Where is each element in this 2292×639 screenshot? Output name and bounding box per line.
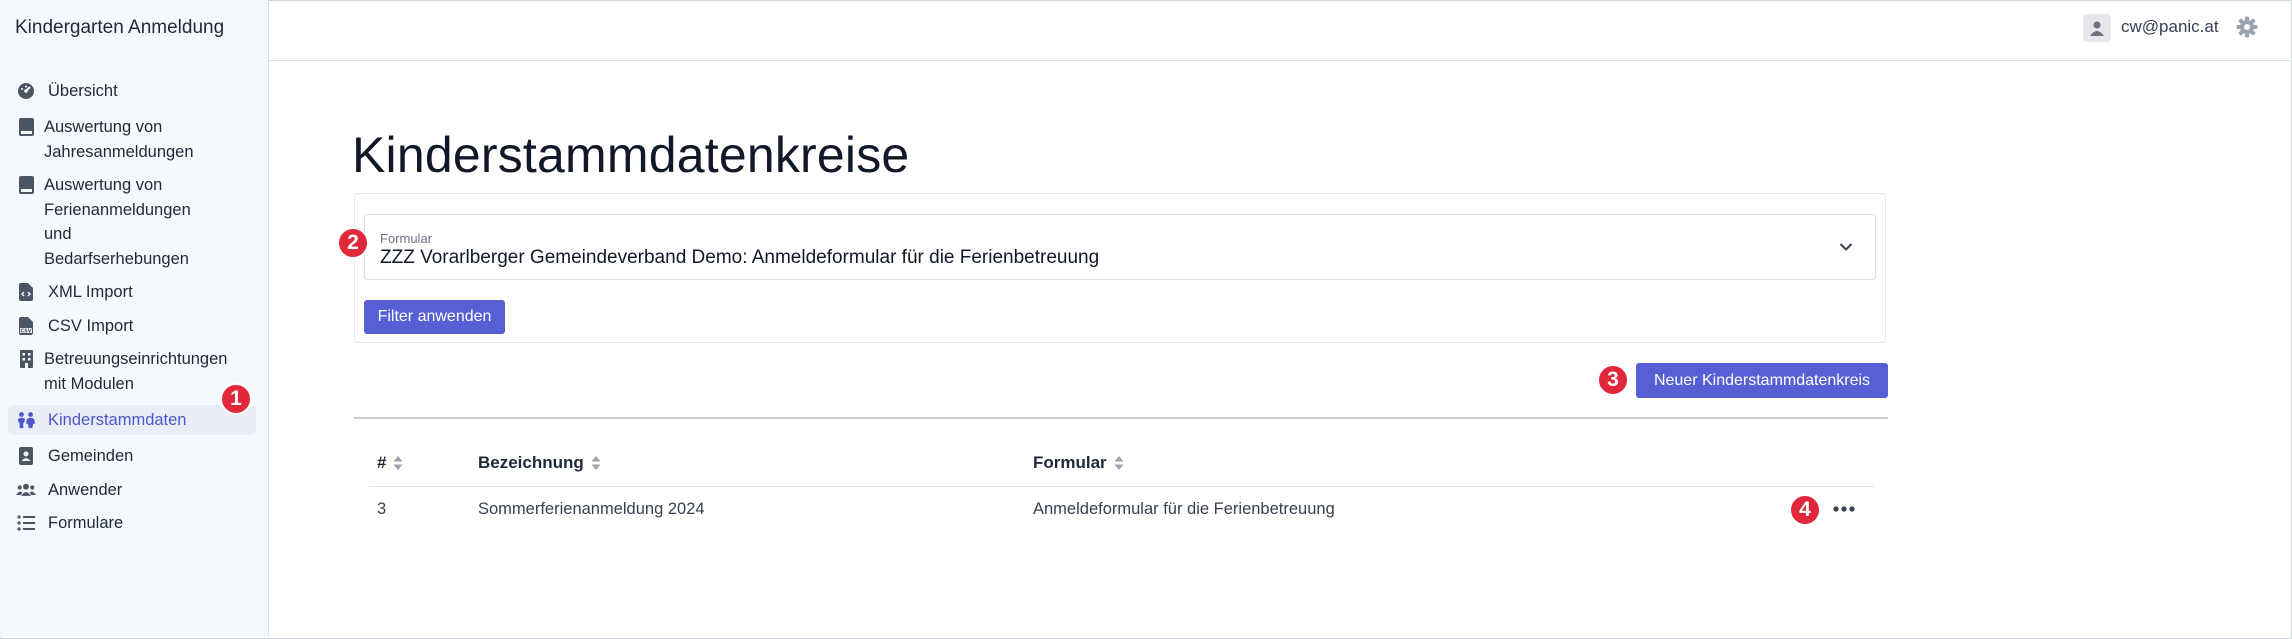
sidebar-item-anwender[interactable]: Anwender [8, 478, 256, 503]
cell-bezeichnung: Sommerferienanmeldung 2024 [478, 500, 705, 518]
section-divider [354, 417, 1888, 419]
sidebar-item-label: CSV Import [48, 316, 134, 335]
address-book-icon [16, 446, 36, 466]
user-avatar-icon[interactable] [2083, 14, 2111, 42]
column-header-label: # [377, 453, 387, 472]
sidebar-item-csv-import[interactable]: CSV CSV Import [8, 314, 256, 339]
csv-file-icon: CSV [16, 316, 36, 336]
top-bar [269, 0, 2292, 61]
new-kinderstammdatenkreis-button[interactable]: Neuer Kinderstammdatenkreis [1636, 363, 1888, 398]
more-actions-icon[interactable] [1833, 505, 1855, 513]
sidebar-item-uebersicht[interactable]: Übersicht [8, 79, 256, 106]
sort-icon [591, 456, 601, 470]
sidebar-item-label: Betreuungseinrichtungen mit Modulen [44, 350, 228, 393]
sort-icon [393, 456, 403, 470]
list-icon [16, 513, 36, 533]
chevron-down-icon [1839, 243, 1853, 251]
annotation-badge: 1 [220, 383, 252, 415]
annotation-badge: 3 [1597, 364, 1629, 396]
building-icon [16, 349, 36, 369]
sidebar-item-gemeinden[interactable]: Gemeinden [8, 444, 256, 469]
sidebar-item-label: Auswertung von Jahresanmeldungen [44, 118, 194, 161]
xml-file-icon [16, 282, 36, 302]
sidebar-item-formulare[interactable]: Formulare [8, 511, 256, 536]
sidebar-item-label: Auswertung von Ferienanmeldungen und Bed… [44, 176, 191, 268]
book-icon [16, 175, 36, 195]
column-header-formular[interactable]: Formular [1033, 453, 1124, 473]
page-title: Kinderstammdatenkreise [352, 127, 910, 183]
cell-formular: Anmeldeformular für die Ferienbetreuung [1033, 500, 1335, 518]
gear-icon[interactable] [2236, 16, 2258, 38]
annotation-badge: 2 [337, 227, 369, 259]
children-icon [16, 410, 36, 430]
sidebar-item-label: Formulare [48, 514, 124, 532]
form-select[interactable]: Formular ZZZ Vorarlberger Gemeindeverban… [364, 214, 1876, 280]
sidebar-item-label: Kinderstammdaten [48, 410, 187, 429]
sort-icon [1114, 456, 1124, 470]
users-icon [16, 480, 36, 500]
app-title: Kindergarten Anmeldung [15, 17, 225, 38]
sidebar-item-jahresanmeldungen[interactable]: Auswertung von Jahresanmeldungen [8, 115, 224, 164]
column-header-label: Formular [1033, 453, 1107, 472]
sidebar-item-label: Gemeinden [48, 447, 134, 465]
table-header-divider [370, 486, 1874, 487]
user-email[interactable]: cw@panic.at [2121, 17, 2219, 37]
column-header-id[interactable]: # [377, 453, 403, 473]
sidebar: Kindergarten Anmeldung Übersicht Auswert… [0, 0, 269, 637]
sidebar-nav: Übersicht Auswertung von Jahresanmeldung… [8, 79, 256, 545]
sidebar-item-betreuungseinrichtungen[interactable]: Betreuungseinrichtungen mit Modulen [8, 347, 234, 396]
book-icon [16, 117, 36, 137]
sidebar-item-label: Anwender [48, 480, 123, 499]
sidebar-item-ferienanmeldungen[interactable]: Auswertung von Ferienanmeldungen und Bed… [8, 173, 224, 271]
dashboard-icon [16, 81, 36, 101]
sidebar-item-kinderstammdaten[interactable]: Kinderstammdaten [8, 405, 256, 435]
cell-id: 3 [377, 500, 387, 518]
sidebar-item-label: Übersicht [48, 82, 118, 100]
sidebar-item-xml-import[interactable]: XML Import [8, 280, 256, 305]
apply-filter-button[interactable]: Filter anwenden [364, 300, 505, 334]
annotation-badge: 4 [1789, 494, 1821, 526]
sidebar-item-label: XML Import [48, 283, 133, 301]
column-header-label: Bezeichnung [478, 453, 584, 472]
form-select-label: Formular [380, 231, 433, 246]
column-header-bezeichnung[interactable]: Bezeichnung [478, 453, 601, 473]
form-select-value: ZZZ Vorarlberger Gemeindeverband Demo: A… [380, 247, 1100, 268]
svg-text:CSV: CSV [20, 328, 31, 334]
